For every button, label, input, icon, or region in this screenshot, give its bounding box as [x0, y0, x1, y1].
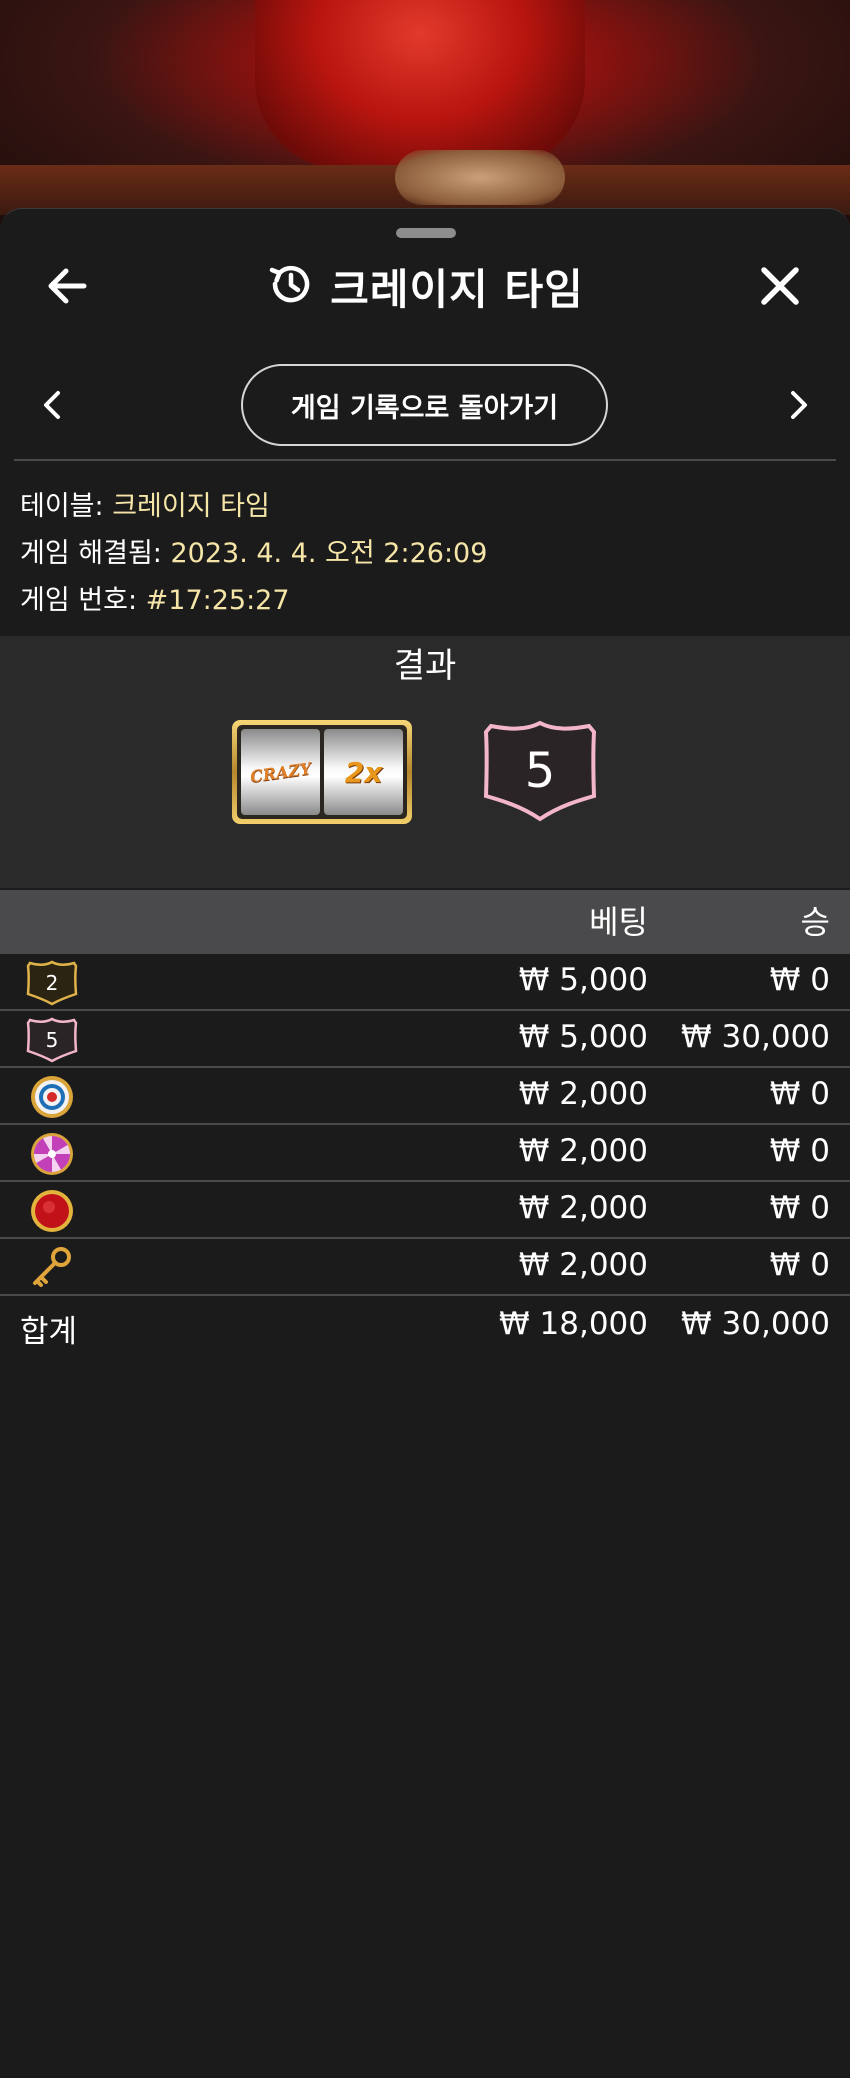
table-row: ₩ 2,000 ₩ 0: [0, 1239, 850, 1296]
win-amount: ₩ 0: [769, 1247, 830, 1283]
info-table-label: 테이블:: [20, 491, 104, 522]
drag-handle[interactable]: [396, 228, 456, 238]
total-win-amount: ₩ 30,000: [681, 1306, 830, 1342]
chevron-left-icon[interactable]: [36, 386, 68, 424]
table-row: ₩ 2,000 ₩ 0: [0, 1068, 850, 1125]
info-table: 테이블: 크레이지 타임: [20, 484, 270, 523]
page-title: 크레이지 타임: [330, 264, 584, 314]
win-amount: ₩ 30,000: [681, 1019, 830, 1055]
column-header-win: 승: [800, 903, 830, 941]
chevron-right-icon[interactable]: [783, 386, 815, 424]
bet-amount: ₩ 5,000: [518, 1019, 648, 1055]
info-game-number-value: #17:25:27: [145, 585, 290, 616]
header-title-group: 크레이지 타임: [0, 258, 850, 314]
win-amount: ₩ 0: [769, 1133, 830, 1169]
total-bet-amount: ₩ 18,000: [499, 1306, 648, 1342]
bet-amount: ₩ 2,000: [518, 1247, 648, 1283]
top-slot-result: CRAZY 2x: [232, 720, 412, 824]
result-number: 5: [525, 743, 556, 799]
number-5-shield-icon: 5: [481, 720, 599, 822]
info-resolved-label: 게임 해결됨:: [20, 538, 162, 569]
pachinko-icon: [26, 1131, 78, 1177]
column-header-bet: 베팅: [589, 903, 648, 941]
info-table-value: 크레이지 타임: [112, 491, 270, 522]
close-icon[interactable]: [752, 258, 808, 314]
table-row: 5 ₩ 5,000 ₩ 30,000: [0, 1011, 850, 1068]
divider: [14, 459, 836, 461]
info-resolved-value: 2023. 4. 4. 오전 2:26:09: [170, 538, 488, 569]
bet-amount: ₩ 5,000: [518, 962, 648, 998]
info-game-number: 게임 번호: #17:25:27: [20, 578, 290, 617]
cash-hunt-icon: [26, 1188, 78, 1234]
bet-amount: ₩ 2,000: [518, 1133, 648, 1169]
slot-multiplier-text: 2x: [344, 755, 383, 789]
bet-amount: ₩ 2,000: [518, 1190, 648, 1226]
win-amount: ₩ 0: [769, 1076, 830, 1112]
number-2-shield-icon: 2: [26, 960, 78, 1006]
slot-reel-crazy: CRAZY: [241, 729, 320, 815]
dealer-hand: [395, 150, 565, 205]
row-icon-label: 5: [46, 1028, 59, 1052]
table-row: 2 ₩ 5,000 ₩ 0: [0, 954, 850, 1011]
win-amount: ₩ 0: [769, 962, 830, 998]
back-to-history-button[interactable]: 게임 기록으로 돌아가기: [241, 364, 608, 446]
result-title: 결과: [393, 646, 457, 686]
dealer-image: [255, 0, 585, 170]
history-icon: [266, 260, 314, 312]
number-5-shield-icon: 5: [26, 1017, 78, 1063]
info-resolved: 게임 해결됨: 2023. 4. 4. 오전 2:26:09: [20, 531, 487, 570]
total-label: 합계: [20, 1314, 78, 1350]
win-amount: ₩ 0: [769, 1190, 830, 1226]
info-game-number-label: 게임 번호:: [20, 585, 138, 616]
row-icon-label: 2: [46, 971, 59, 995]
table-row: ₩ 2,000 ₩ 0: [0, 1125, 850, 1182]
table-row: ₩ 2,000 ₩ 0: [0, 1182, 850, 1239]
bet-amount: ₩ 2,000: [518, 1076, 648, 1112]
crazy-time-key-icon: [26, 1245, 78, 1291]
coin-flip-icon: [26, 1074, 78, 1120]
slot-reel-multiplier: 2x: [324, 729, 403, 815]
slot-crazy-logo: CRAZY: [248, 758, 313, 786]
bets-table-header: [0, 890, 850, 954]
